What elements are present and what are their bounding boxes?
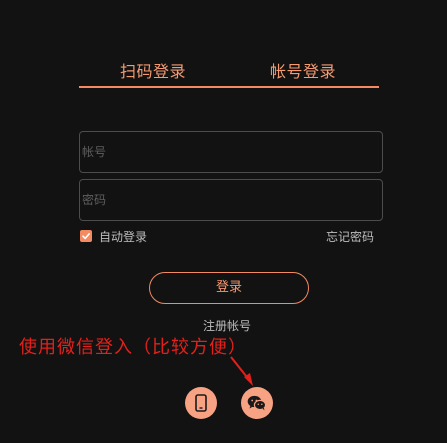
register-account-link[interactable]: 注册帐号: [203, 317, 251, 334]
tab-account-login[interactable]: 帐号登录: [270, 58, 336, 82]
password-input[interactable]: [79, 179, 383, 221]
phone-login-button[interactable]: [185, 387, 217, 419]
auto-login-checkbox[interactable]: [80, 230, 92, 242]
checkmark-icon: [82, 233, 90, 240]
tab-qr-login[interactable]: 扫码登录: [120, 58, 186, 82]
forgot-password-link[interactable]: 忘记密码: [326, 228, 374, 245]
auto-login-label: 自动登录: [99, 230, 148, 244]
wechat-login-button[interactable]: [241, 387, 273, 419]
login-tabs: 扫码登录 帐号登录: [79, 56, 379, 88]
login-button[interactable]: 登录: [149, 272, 309, 304]
account-input[interactable]: [79, 131, 383, 173]
phone-icon: [195, 394, 207, 412]
wechat-icon: [247, 395, 267, 411]
wechat-login-annotation: 使用微信登入（比较方便）: [19, 337, 247, 358]
